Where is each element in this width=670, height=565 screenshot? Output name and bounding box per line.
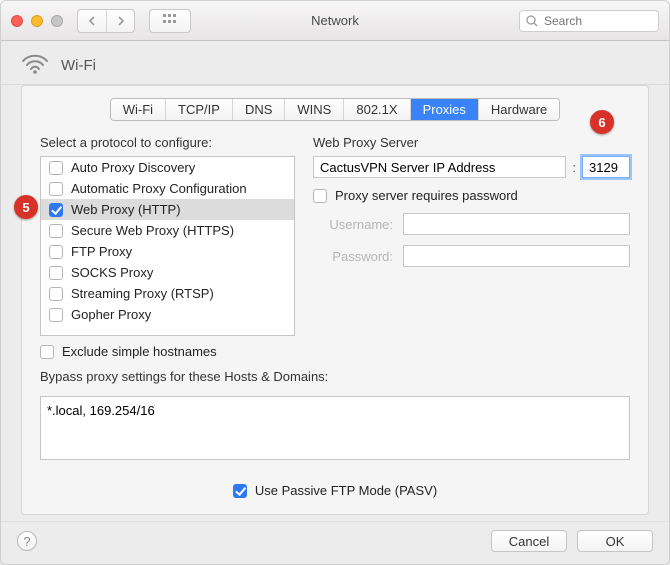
passive-ftp-label: Use Passive FTP Mode (PASV) xyxy=(255,483,437,498)
checkbox-icon xyxy=(49,203,63,217)
protocol-item-label: Automatic Proxy Configuration xyxy=(71,181,247,196)
password-row: Password: xyxy=(313,245,630,267)
nav-back-button[interactable] xyxy=(78,10,106,32)
chevron-left-icon xyxy=(88,16,96,26)
tab-hardware[interactable]: Hardware xyxy=(478,99,559,120)
checkbox-icon xyxy=(313,189,327,203)
username-label: Username: xyxy=(313,217,393,232)
tabs: Wi-FiTCP/IPDNSWINS802.1XProxiesHardware xyxy=(40,98,630,121)
proxies-panel: 5 6 Wi-FiTCP/IPDNSWINS802.1XProxiesHardw… xyxy=(21,85,649,515)
requires-password-label: Proxy server requires password xyxy=(335,188,518,203)
proxy-host-input[interactable] xyxy=(313,156,566,178)
tab-802-1x[interactable]: 802.1X xyxy=(343,99,409,120)
checkbox-icon xyxy=(40,345,54,359)
content: 5 6 Wi-FiTCP/IPDNSWINS802.1XProxiesHardw… xyxy=(1,85,669,527)
annotation-6: 6 xyxy=(590,110,614,134)
search-field[interactable] xyxy=(519,10,659,32)
cancel-button[interactable]: Cancel xyxy=(491,530,567,552)
protocol-item[interactable]: SOCKS Proxy xyxy=(41,262,294,283)
tab-proxies[interactable]: Proxies xyxy=(410,99,478,120)
checkbox-icon xyxy=(49,161,63,175)
help-button[interactable]: ? xyxy=(17,531,37,551)
checkbox-icon xyxy=(49,224,63,238)
pane-header: Wi-Fi xyxy=(1,41,669,85)
bypass-heading: Bypass proxy settings for these Hosts & … xyxy=(40,369,630,384)
protocol-item[interactable]: Gopher Proxy xyxy=(41,304,294,325)
protocol-item-label: Streaming Proxy (RTSP) xyxy=(71,286,214,301)
proxy-port-input[interactable] xyxy=(582,156,630,178)
username-row: Username: xyxy=(313,213,630,235)
protocol-item-label: Gopher Proxy xyxy=(71,307,151,322)
help-icon: ? xyxy=(23,534,30,549)
protocol-item[interactable]: Streaming Proxy (RTSP) xyxy=(41,283,294,304)
proxy-detail-column: Web Proxy Server : Proxy server requires… xyxy=(313,135,630,359)
columns: Select a protocol to configure: Auto Pro… xyxy=(40,135,630,359)
password-label: Password: xyxy=(313,249,393,264)
username-input xyxy=(403,213,630,235)
tab-wins[interactable]: WINS xyxy=(284,99,343,120)
annotation-5: 5 xyxy=(14,195,38,219)
nav-forward-button[interactable] xyxy=(106,10,134,32)
proxy-server-row: : xyxy=(313,156,630,178)
tab-wi-fi[interactable]: Wi-Fi xyxy=(111,99,165,120)
protocol-heading: Select a protocol to configure: xyxy=(40,135,295,150)
protocol-item[interactable]: FTP Proxy xyxy=(41,241,294,262)
tab-dns[interactable]: DNS xyxy=(232,99,284,120)
checkbox-icon xyxy=(49,266,63,280)
protocol-item-label: FTP Proxy xyxy=(71,244,132,259)
title-bar: Network xyxy=(1,1,669,41)
protocol-item[interactable]: Web Proxy (HTTP) xyxy=(41,199,294,220)
requires-password-checkbox[interactable]: Proxy server requires password xyxy=(313,188,630,203)
nav-back-forward xyxy=(77,9,135,33)
close-window-button[interactable] xyxy=(11,15,23,27)
checkbox-icon xyxy=(49,245,63,259)
protocol-item-label: Auto Proxy Discovery xyxy=(71,160,195,175)
protocol-column: Select a protocol to configure: Auto Pro… xyxy=(40,135,295,359)
search-icon xyxy=(526,15,538,27)
search-input[interactable] xyxy=(542,13,652,29)
window-controls xyxy=(11,15,63,27)
bypass-textarea[interactable] xyxy=(40,396,630,460)
checkbox-icon xyxy=(49,182,63,196)
pane-title: Wi-Fi xyxy=(61,57,96,74)
minimize-window-button[interactable] xyxy=(31,15,43,27)
ok-button[interactable]: OK xyxy=(577,530,653,552)
bypass-section: Bypass proxy settings for these Hosts & … xyxy=(40,369,630,463)
checkbox-icon xyxy=(49,308,63,322)
show-all-button[interactable] xyxy=(149,9,191,33)
proxy-heading: Web Proxy Server xyxy=(313,135,630,150)
protocol-item[interactable]: Auto Proxy Discovery xyxy=(41,157,294,178)
zoom-window-button[interactable] xyxy=(51,15,63,27)
protocol-item-label: Secure Web Proxy (HTTPS) xyxy=(71,223,234,238)
password-input xyxy=(403,245,630,267)
protocol-item[interactable]: Automatic Proxy Configuration xyxy=(41,178,294,199)
chevron-right-icon xyxy=(117,16,125,26)
exclude-label: Exclude simple hostnames xyxy=(62,344,217,359)
window-network-prefs: Network Wi-Fi 5 6 Wi-Fi xyxy=(0,0,670,565)
grid-icon xyxy=(163,14,177,27)
checkbox-icon xyxy=(49,287,63,301)
exclude-simple-hostnames[interactable]: Exclude simple hostnames xyxy=(40,344,295,359)
checkbox-icon xyxy=(233,484,247,498)
wifi-icon xyxy=(21,53,49,78)
bottom-bar: ? Cancel OK xyxy=(1,521,669,564)
host-port-separator: : xyxy=(572,160,576,175)
protocol-item-label: SOCKS Proxy xyxy=(71,265,153,280)
tab-tcp-ip[interactable]: TCP/IP xyxy=(165,99,232,120)
passive-ftp-checkbox[interactable]: Use Passive FTP Mode (PASV) xyxy=(233,483,437,498)
protocol-item-label: Web Proxy (HTTP) xyxy=(71,202,181,217)
protocol-item[interactable]: Secure Web Proxy (HTTPS) xyxy=(41,220,294,241)
protocol-list[interactable]: Auto Proxy Discovery Automatic Proxy Conf… xyxy=(40,156,295,336)
